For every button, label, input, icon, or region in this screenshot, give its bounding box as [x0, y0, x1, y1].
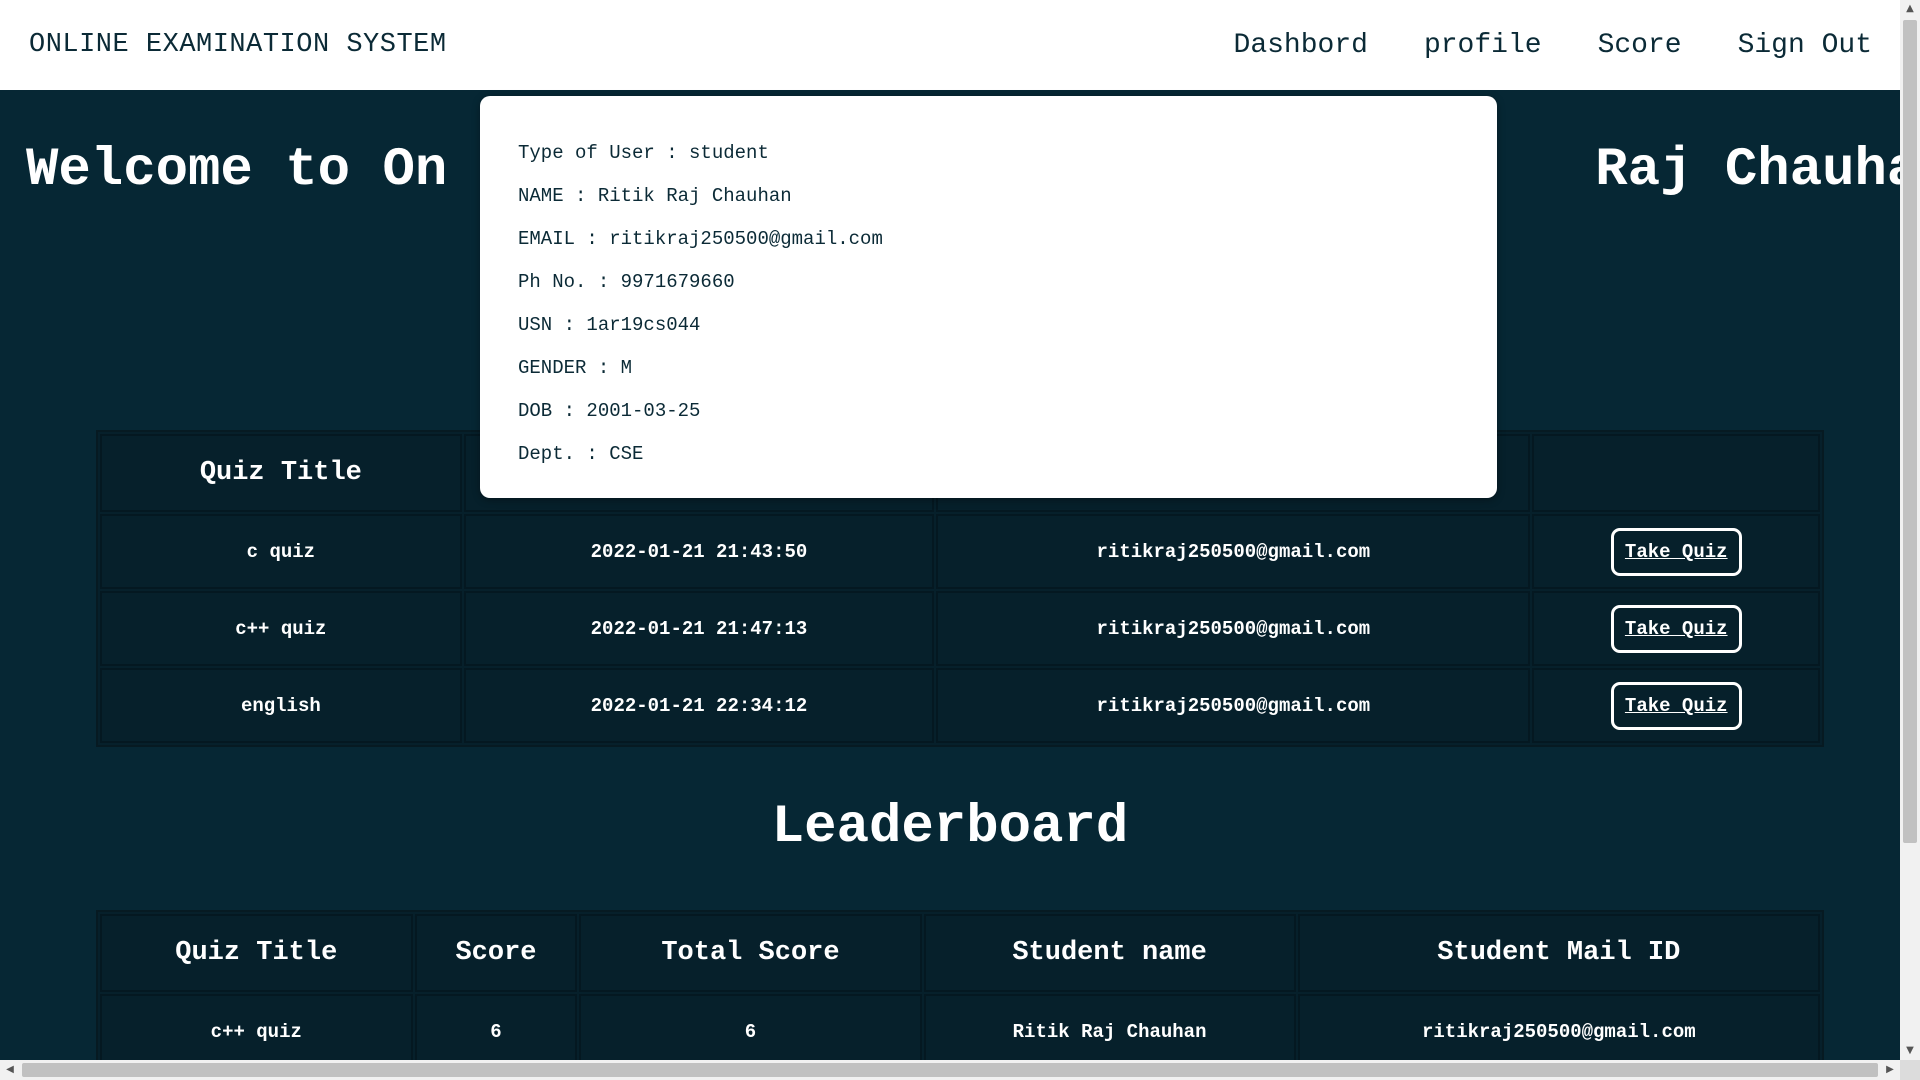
leaderboard-header-quiz-title: Quiz Title: [100, 914, 413, 992]
welcome-heading-right: Raj Chauhan: [1595, 140, 1900, 201]
quiz-email-cell: ritikraj250500@gmail.com: [936, 514, 1531, 589]
vertical-scrollbar[interactable]: ▲ ▼: [1900, 0, 1920, 1060]
nav-link-score[interactable]: Score: [1598, 30, 1682, 61]
nav-link-sign-out[interactable]: Sign Out: [1738, 30, 1872, 61]
quiz-action-cell: Take Quiz: [1532, 514, 1820, 589]
quiz-action-cell: Take Quiz: [1532, 668, 1820, 743]
profile-gender: GENDER : M: [518, 357, 633, 379]
horizontal-scrollbar[interactable]: ◀ ▶: [0, 1060, 1900, 1080]
leaderboard-score-cell: 6: [414, 994, 578, 1060]
brand-title: ONLINE EXAMINATION SYSTEM: [29, 30, 447, 60]
leaderboard-quiz-cell: c++ quiz: [100, 994, 413, 1060]
quiz-title-cell: c quiz: [100, 514, 462, 589]
navbar: ONLINE EXAMINATION SYSTEM Dashbord profi…: [0, 0, 1900, 90]
quiz-email-cell: ritikraj250500@gmail.com: [936, 591, 1531, 666]
quiz-email-cell: ritikraj250500@gmail.com: [936, 668, 1531, 743]
quiz-table-header-title: Quiz Title: [100, 434, 462, 512]
quiz-title-cell: english: [100, 668, 462, 743]
profile-usn: USN : 1ar19cs044: [518, 314, 701, 336]
quiz-created-cell: 2022-01-21 22:34:12: [463, 668, 935, 743]
quiz-table-header-action: [1532, 434, 1820, 512]
profile-popup: Type of User : student NAME : Ritik Raj …: [480, 96, 1497, 498]
scrollbar-corner: [1900, 1060, 1920, 1080]
take-quiz-button[interactable]: Take Quiz: [1610, 527, 1742, 576]
take-quiz-button[interactable]: Take Quiz: [1610, 604, 1742, 653]
scroll-left-arrow-icon[interactable]: ◀: [0, 1060, 20, 1080]
quiz-created-cell: 2022-01-21 21:43:50: [463, 514, 935, 589]
nav-link-profile[interactable]: profile: [1424, 30, 1542, 61]
leaderboard-header-row: Quiz Title Score Total Score Student nam…: [100, 914, 1820, 992]
profile-dept: Dept. : CSE: [518, 443, 644, 465]
profile-phone: Ph No. : 9971679660: [518, 271, 735, 293]
profile-email: EMAIL : ritikraj250500@gmail.com: [518, 228, 883, 250]
quiz-action-cell: Take Quiz: [1532, 591, 1820, 666]
leaderboard-name-cell: Ritik Raj Chauhan: [923, 994, 1296, 1060]
page-viewport: ONLINE EXAMINATION SYSTEM Dashbord profi…: [0, 0, 1900, 1060]
nav-links: Dashbord profile Score Sign Out: [1178, 30, 1872, 61]
leaderboard-header-student-mail: Student Mail ID: [1297, 914, 1820, 992]
table-row: c++ quiz 6 6 Ritik Raj Chauhan ritikraj2…: [100, 994, 1820, 1060]
take-quiz-button[interactable]: Take Quiz: [1610, 681, 1742, 730]
nav-link-dashboard[interactable]: Dashbord: [1234, 30, 1368, 61]
leaderboard-total-cell: 6: [579, 994, 922, 1060]
scroll-down-arrow-icon[interactable]: ▼: [1900, 1042, 1920, 1060]
horizontal-scroll-thumb[interactable]: [22, 1063, 1878, 1077]
leaderboard-header-total-score: Total Score: [579, 914, 922, 992]
table-row: c quiz 2022-01-21 21:43:50 ritikraj25050…: [100, 514, 1820, 589]
table-row: c++ quiz 2022-01-21 21:47:13 ritikraj250…: [100, 591, 1820, 666]
leaderboard-header-score: Score: [414, 914, 578, 992]
leaderboard-table: Quiz Title Score Total Score Student nam…: [96, 910, 1824, 1060]
table-row: english 2022-01-21 22:34:12 ritikraj2505…: [100, 668, 1820, 743]
welcome-heading-left: Welcome to On: [26, 140, 448, 201]
scroll-right-arrow-icon[interactable]: ▶: [1880, 1060, 1900, 1080]
quiz-title-cell: c++ quiz: [100, 591, 462, 666]
leaderboard-title: Leaderboard: [771, 797, 1129, 858]
leaderboard-header-student-name: Student name: [923, 914, 1296, 992]
profile-name: NAME : Ritik Raj Chauhan: [518, 185, 792, 207]
scroll-up-arrow-icon[interactable]: ▲: [1900, 0, 1920, 18]
vertical-scroll-thumb[interactable]: [1903, 20, 1917, 843]
profile-dob: DOB : 2001-03-25: [518, 400, 701, 422]
profile-type-of-user: Type of User : student: [518, 142, 769, 164]
leaderboard-mail-cell: ritikraj250500@gmail.com: [1297, 994, 1820, 1060]
quiz-created-cell: 2022-01-21 21:47:13: [463, 591, 935, 666]
